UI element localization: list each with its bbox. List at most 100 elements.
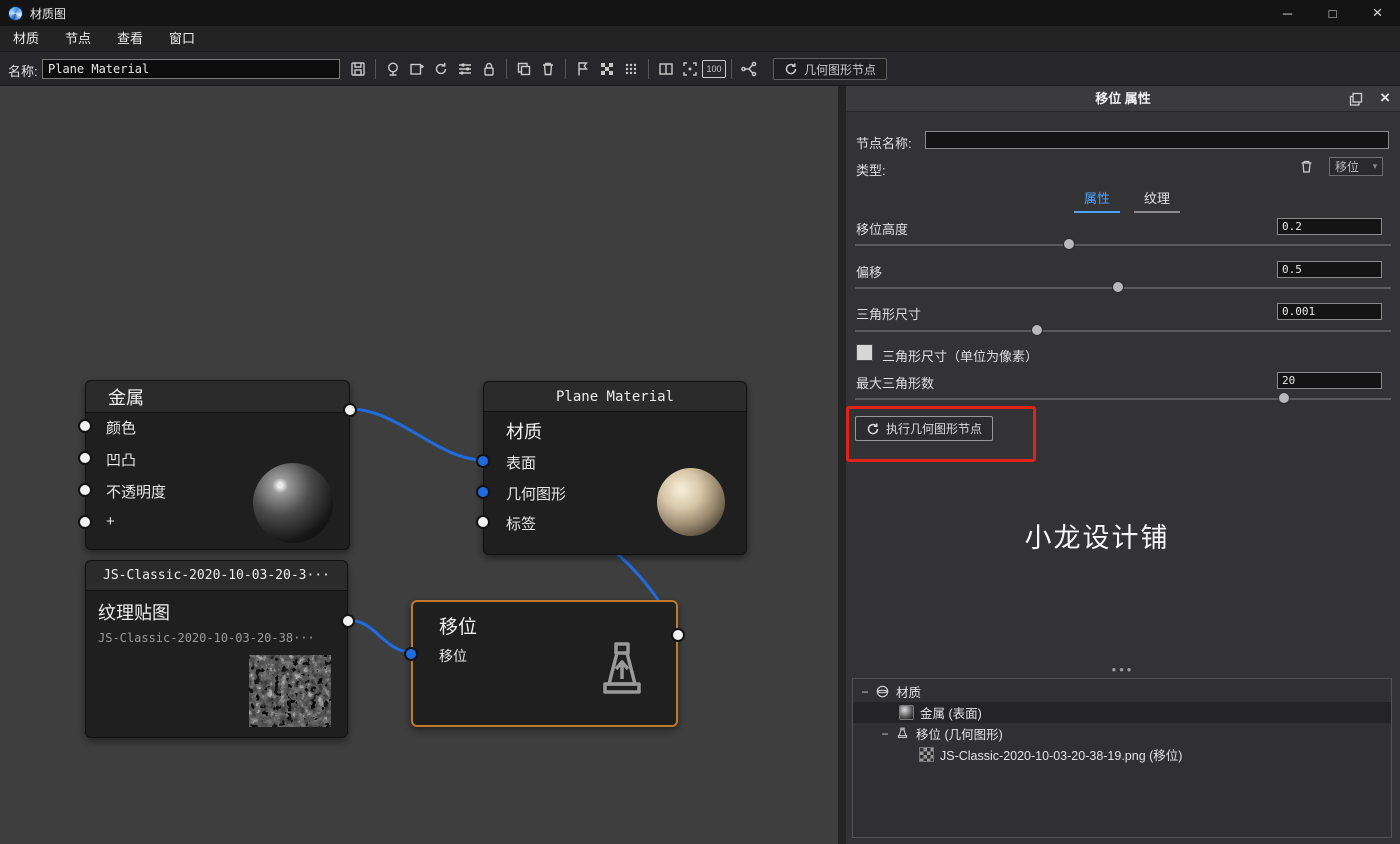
port-metal-color[interactable] xyxy=(78,419,92,433)
toolbar-separator xyxy=(648,59,649,79)
node-texture-type: 纹理贴图 xyxy=(98,599,170,625)
tree-row-texture[interactable]: JS-Classic-2020-10-03-20-38-19.png (移位) xyxy=(853,744,1391,765)
collapse-icon[interactable]: − xyxy=(879,727,891,741)
panel-divider[interactable] xyxy=(838,86,846,844)
material-name-input[interactable] xyxy=(42,59,340,79)
minimize-button[interactable]: ─ xyxy=(1265,0,1310,26)
duplicate-icon[interactable] xyxy=(512,57,536,81)
execute-geometry-node-label: 执行几何图形节点 xyxy=(886,420,982,437)
node-plane-header[interactable]: Plane Material xyxy=(484,382,746,412)
menu-node[interactable]: 节点 xyxy=(52,26,104,52)
refresh-icon xyxy=(784,62,798,76)
node-displacement-title: 移位 xyxy=(439,612,477,639)
port-plane-tag[interactable] xyxy=(476,515,490,529)
port-plane-surface[interactable] xyxy=(476,454,490,468)
maximize-button[interactable]: □ xyxy=(1310,0,1355,26)
port-plane-geometry[interactable] xyxy=(476,485,490,499)
displacement-height-label: 移位高度 xyxy=(856,219,908,238)
checker-icon[interactable] xyxy=(595,57,619,81)
type-dropdown[interactable]: 移位 ▾ xyxy=(1329,157,1383,176)
delete-node-icon[interactable] xyxy=(1298,158,1315,178)
panel-title: 移位 属性 xyxy=(846,86,1400,112)
node-graph-canvas[interactable]: 金属 颜色 凹凸 不透明度 + Plane Material 材质 表面 几何图… xyxy=(0,86,838,844)
preview-ball-icon[interactable] xyxy=(381,57,405,81)
execute-geometry-node-button[interactable]: 执行几何图形节点 xyxy=(855,416,993,441)
plane-preview-sphere xyxy=(657,468,725,536)
menu-window[interactable]: 窗口 xyxy=(156,26,208,52)
wire-texture-to-displacement[interactable] xyxy=(348,620,411,652)
close-button[interactable]: × xyxy=(1355,0,1400,26)
tree-row-material[interactable]: − 材质 xyxy=(853,681,1391,702)
branch-icon[interactable] xyxy=(737,57,761,81)
port-displacement-input[interactable] xyxy=(404,647,418,661)
tree-row-displacement[interactable]: − 移位 (几何图形) xyxy=(853,723,1391,744)
fit-view-icon[interactable] xyxy=(678,57,702,81)
panel-resize-handle[interactable]: ••• xyxy=(846,662,1400,677)
metal-preview-sphere xyxy=(253,463,333,543)
delete-icon[interactable] xyxy=(536,57,560,81)
displacement-height-handle[interactable] xyxy=(1063,238,1075,250)
displacement-stamp-icon xyxy=(586,632,658,707)
node-texture[interactable]: JS-Classic-2020-10-03-20-3··· 纹理贴图 JS-Cl… xyxy=(85,560,348,738)
triangle-size-pixels-label: 三角形尺寸（单位为像素） xyxy=(882,346,1038,365)
port-metal-add[interactable] xyxy=(78,515,92,529)
node-metal-header[interactable]: 金属 xyxy=(86,381,349,413)
refresh-icon xyxy=(866,422,880,436)
menu-material[interactable]: 材质 xyxy=(0,26,52,52)
window-controls: ─ □ × xyxy=(1265,0,1400,26)
add-node-icon[interactable] xyxy=(405,57,429,81)
triangle-size-handle[interactable] xyxy=(1031,324,1043,336)
node-plane-material[interactable]: Plane Material 材质 表面 几何图形 标签 xyxy=(483,381,747,555)
toolbar-separator xyxy=(506,59,507,79)
node-name-label: 节点名称: xyxy=(856,133,912,152)
toolbar-separator xyxy=(375,59,376,79)
texture-preview-thumbnail xyxy=(249,655,331,727)
tab-properties[interactable]: 属性 xyxy=(1074,186,1120,213)
offset-value[interactable] xyxy=(1277,261,1382,278)
wire-metal-to-surface[interactable] xyxy=(350,409,483,460)
port-texture-output[interactable] xyxy=(341,614,355,628)
node-displacement[interactable]: 移位 移位 xyxy=(411,600,678,727)
popout-icon[interactable] xyxy=(1348,91,1364,110)
triangle-size-value[interactable] xyxy=(1277,303,1382,320)
displacement-height-slider[interactable] xyxy=(855,244,1391,246)
max-triangles-handle[interactable] xyxy=(1278,392,1290,404)
menu-bar: 材质 节点 查看 窗口 xyxy=(0,26,1400,52)
tree-label-texture: JS-Classic-2020-10-03-20-38-19.png (移位) xyxy=(940,745,1182,764)
toolbar-separator xyxy=(565,59,566,79)
tab-texture[interactable]: 纹理 xyxy=(1134,186,1180,213)
flag-icon[interactable] xyxy=(571,57,595,81)
tree-row-metal[interactable]: 金属 (表面) xyxy=(853,702,1391,723)
history-icon[interactable] xyxy=(429,57,453,81)
displacement-height-value[interactable] xyxy=(1277,218,1382,235)
menu-view[interactable]: 查看 xyxy=(104,26,156,52)
split-view-icon[interactable] xyxy=(654,57,678,81)
max-triangles-value[interactable] xyxy=(1277,372,1382,389)
name-label: 名称: xyxy=(8,61,38,80)
max-triangles-slider[interactable] xyxy=(855,398,1391,400)
triangle-size-slider[interactable] xyxy=(855,330,1391,332)
port-metal-opacity[interactable] xyxy=(78,483,92,497)
tree-label-displacement: 移位 (几何图形) xyxy=(916,724,1003,743)
save-icon[interactable] xyxy=(346,57,370,81)
lock-icon[interactable] xyxy=(477,57,501,81)
triangle-size-label: 三角形尺寸 xyxy=(856,304,921,323)
panel-close-icon[interactable]: × xyxy=(1380,88,1390,108)
node-texture-header[interactable]: JS-Classic-2020-10-03-20-3··· xyxy=(86,561,347,591)
chevron-down-icon: ▾ xyxy=(1368,161,1382,172)
collapse-icon[interactable]: − xyxy=(859,685,871,699)
offset-handle[interactable] xyxy=(1112,281,1124,293)
displacement-stamp-icon-small xyxy=(895,726,910,741)
node-metal[interactable]: 金属 颜色 凹凸 不透明度 + xyxy=(85,380,350,550)
triangle-size-pixels-checkbox[interactable] xyxy=(856,344,873,361)
geometry-node-button-label: 几何图形节点 xyxy=(804,61,876,78)
port-metal-bump[interactable] xyxy=(78,451,92,465)
port-metal-output[interactable] xyxy=(343,403,357,417)
port-displacement-output[interactable] xyxy=(671,628,685,642)
title-bar: 材质图 ─ □ × xyxy=(0,0,1400,26)
sliders-icon[interactable] xyxy=(453,57,477,81)
dots-grid-icon[interactable] xyxy=(619,57,643,81)
zoom-100-icon[interactable]: 100 xyxy=(702,57,726,81)
geometry-node-button[interactable]: 几何图形节点 xyxy=(773,58,887,80)
node-name-input[interactable] xyxy=(925,131,1389,149)
